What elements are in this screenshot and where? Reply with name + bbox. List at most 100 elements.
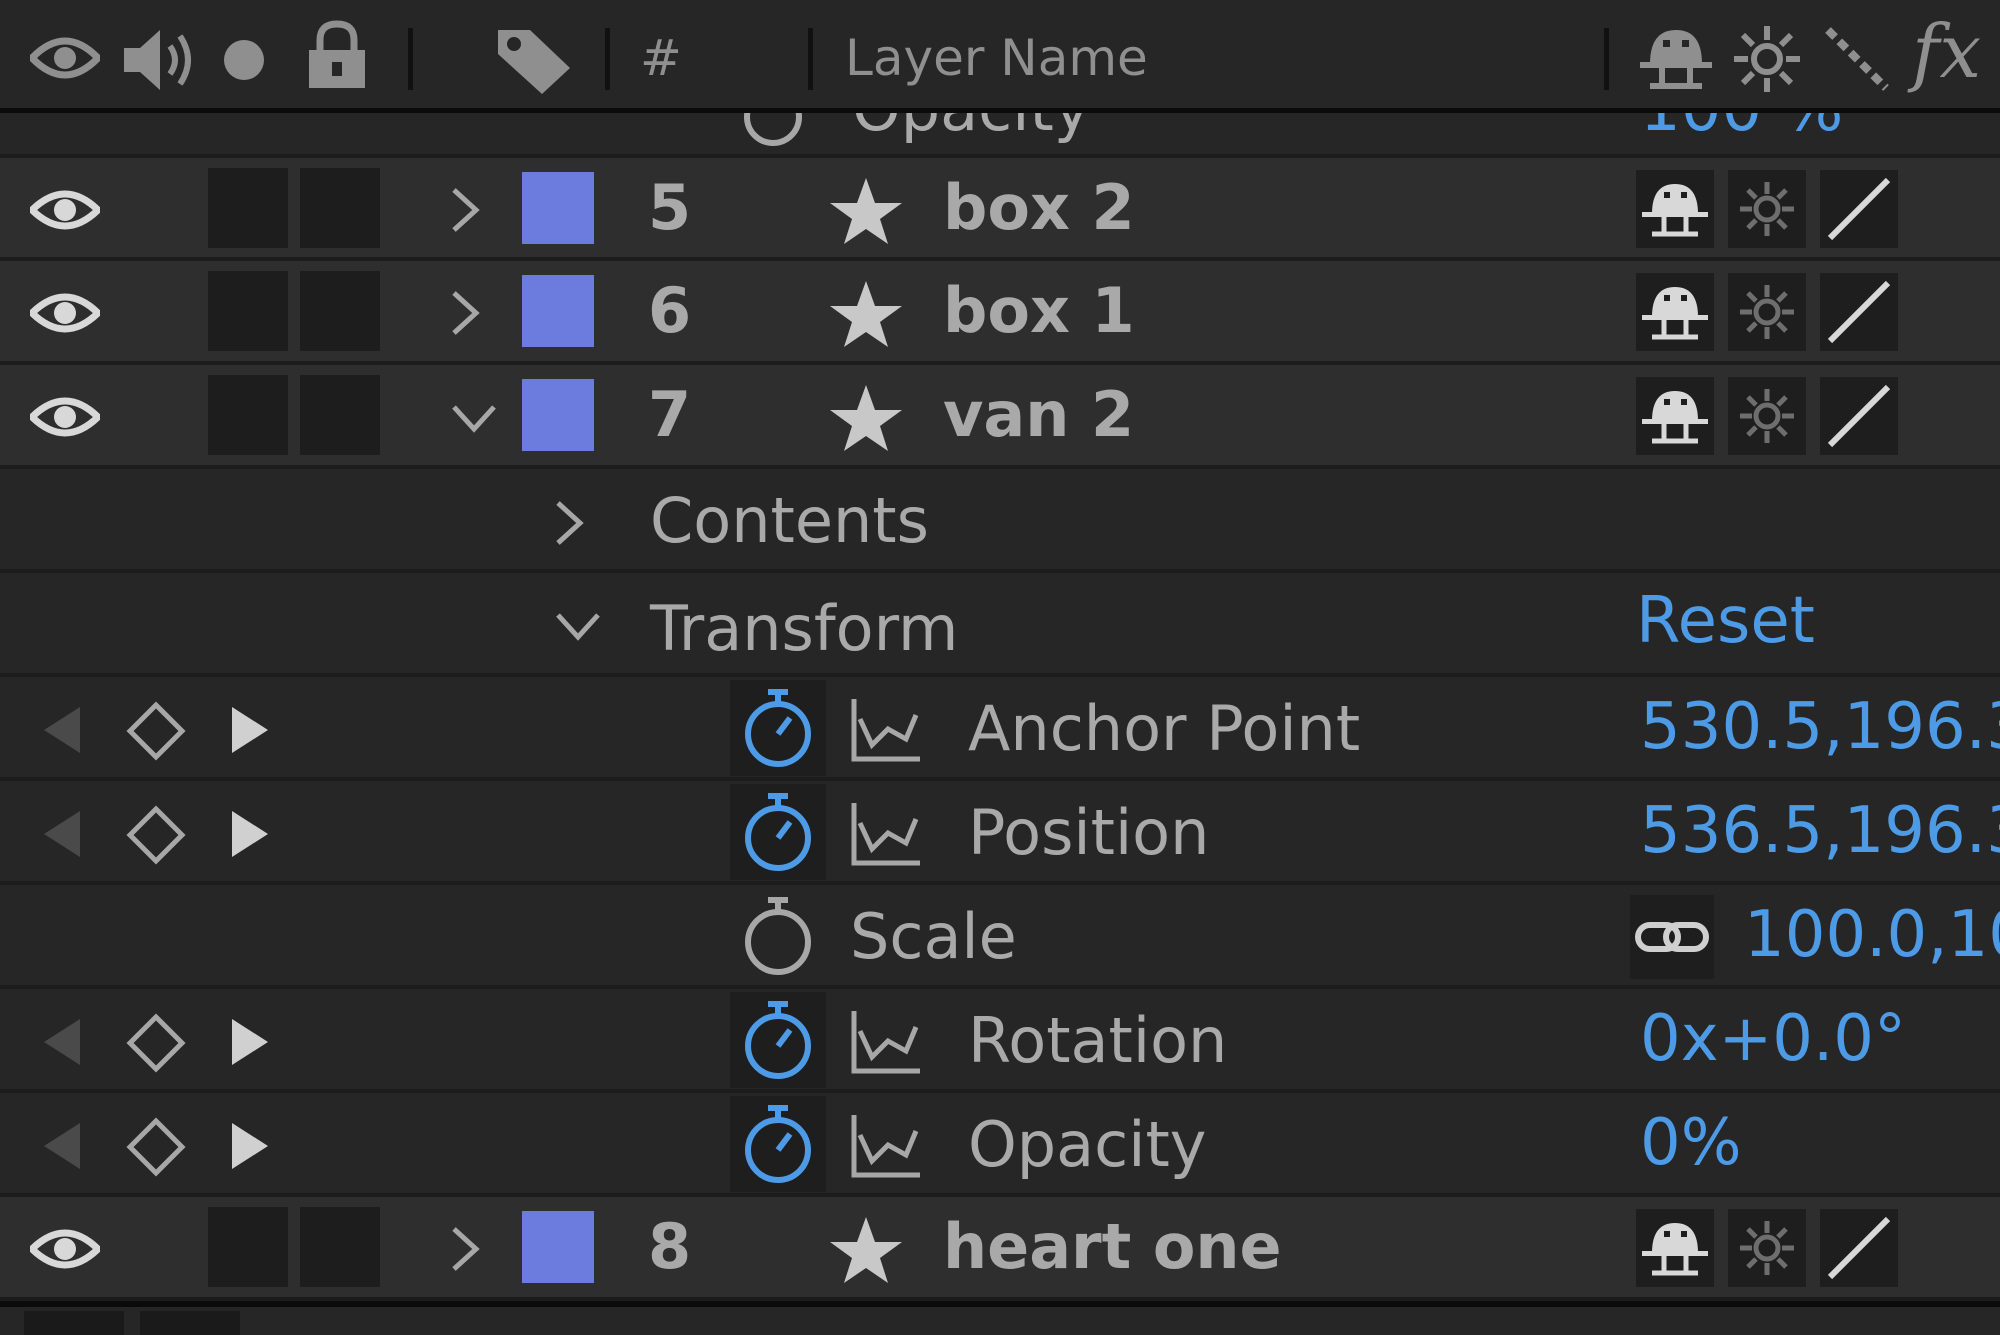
shy-switch[interactable] xyxy=(1636,1209,1714,1287)
add-keyframe-icon[interactable] xyxy=(126,701,186,761)
solo-switch[interactable] xyxy=(208,1207,288,1287)
lock-switch[interactable] xyxy=(300,271,380,351)
chevron-right-icon[interactable] xyxy=(450,1225,480,1273)
shy-switch[interactable] xyxy=(1636,170,1714,248)
collapse-switch[interactable] xyxy=(1728,170,1806,248)
chevron-right-icon[interactable] xyxy=(450,289,480,337)
eye-icon[interactable] xyxy=(30,184,100,236)
property-name: Scale xyxy=(850,900,1017,973)
stopwatch-icon[interactable] xyxy=(730,992,826,1088)
stopwatch-icon[interactable] xyxy=(730,784,826,880)
layer-name[interactable]: box 1 xyxy=(943,271,1135,351)
label-color-swatch[interactable] xyxy=(522,379,594,451)
property-name: Opacity xyxy=(968,1108,1207,1181)
lock-switch[interactable] xyxy=(300,168,380,248)
label-tag-icon[interactable] xyxy=(494,26,574,96)
solo-switch[interactable] xyxy=(208,168,288,248)
toolbar-button[interactable] xyxy=(24,1311,124,1335)
prev-keyframe-icon[interactable] xyxy=(40,809,84,859)
shy-switch[interactable] xyxy=(1636,273,1714,351)
header-divider xyxy=(808,28,813,90)
collapse-switch[interactable] xyxy=(1728,1209,1806,1287)
quality-switch[interactable] xyxy=(1820,377,1898,455)
collapse-switch[interactable] xyxy=(1728,273,1806,351)
lock-icon[interactable] xyxy=(306,20,368,90)
header-divider xyxy=(408,28,413,90)
bottom-toolbar xyxy=(0,1307,2000,1335)
reset-button[interactable]: Reset xyxy=(1636,581,1815,661)
property-value[interactable]: 0% xyxy=(1640,1103,1742,1183)
property-name: Opacity xyxy=(852,113,1090,149)
prev-keyframe-icon[interactable] xyxy=(40,705,84,755)
solo-switch[interactable] xyxy=(208,375,288,455)
stopwatch-icon[interactable] xyxy=(730,1096,826,1192)
quality-switch[interactable] xyxy=(1820,273,1898,351)
layer-number: 5 xyxy=(648,171,692,244)
property-value[interactable]: 100 % xyxy=(1640,113,1843,149)
layer-name-column-header[interactable]: Layer Name xyxy=(845,28,1148,88)
lock-switch[interactable] xyxy=(300,1207,380,1287)
layer-row[interactable]: 7 van 2 xyxy=(0,365,2000,469)
lock-switch[interactable] xyxy=(300,375,380,455)
property-row: Anchor Point 530.5,196.3 xyxy=(0,677,2000,781)
collapse-sun-icon[interactable] xyxy=(1732,24,1802,94)
layer-name[interactable]: van 2 xyxy=(943,375,1134,455)
graph-icon[interactable] xyxy=(850,695,922,763)
label-color-swatch[interactable] xyxy=(522,172,594,244)
collapse-switch[interactable] xyxy=(1728,377,1806,455)
eye-icon[interactable] xyxy=(30,30,100,86)
stopwatch-icon[interactable] xyxy=(740,113,806,153)
label-color-swatch[interactable] xyxy=(522,1211,594,1283)
add-keyframe-icon[interactable] xyxy=(126,1117,186,1177)
chevron-right-icon[interactable] xyxy=(450,186,480,234)
layer-row[interactable]: 8 heart one xyxy=(0,1197,2000,1301)
eye-icon[interactable] xyxy=(30,1223,100,1275)
stopwatch-icon[interactable] xyxy=(730,680,826,776)
graph-icon[interactable] xyxy=(850,799,922,867)
property-value[interactable]: 100.0,10 xyxy=(1744,895,2000,975)
layer-row[interactable]: 6 box 1 xyxy=(0,261,2000,365)
layer-number: 7 xyxy=(648,378,692,451)
add-keyframe-icon[interactable] xyxy=(126,805,186,865)
chevron-down-icon[interactable] xyxy=(450,403,498,433)
property-name: Rotation xyxy=(968,1004,1228,1077)
shape-layer-star-icon xyxy=(830,178,902,244)
speaker-icon[interactable] xyxy=(120,24,200,96)
label-color-swatch[interactable] xyxy=(522,275,594,347)
contents-group-row[interactable]: Contents xyxy=(0,469,2000,573)
add-keyframe-icon[interactable] xyxy=(126,1013,186,1073)
transform-group-row[interactable]: Transform Reset xyxy=(0,573,2000,677)
eye-icon[interactable] xyxy=(30,287,100,339)
stopwatch-icon[interactable] xyxy=(730,888,826,984)
prev-keyframe-icon[interactable] xyxy=(40,1121,84,1171)
quality-switch[interactable] xyxy=(1820,170,1898,248)
constrain-proportions-link-icon[interactable] xyxy=(1630,895,1714,979)
property-value[interactable]: 0x+0.0° xyxy=(1640,999,1906,1079)
fx-icon[interactable]: fx xyxy=(1912,12,1981,92)
graph-icon[interactable] xyxy=(850,1007,922,1075)
quality-slash-icon[interactable] xyxy=(1822,24,1892,94)
next-keyframe-icon[interactable] xyxy=(228,809,272,859)
quality-switch[interactable] xyxy=(1820,1209,1898,1287)
chevron-down-icon[interactable] xyxy=(554,611,602,641)
prev-keyframe-icon[interactable] xyxy=(40,1017,84,1067)
graph-icon[interactable] xyxy=(850,1111,922,1179)
property-value[interactable]: 530.5,196.3 xyxy=(1640,687,2000,767)
solo-dot-icon[interactable] xyxy=(222,38,266,82)
shy-icon[interactable] xyxy=(1636,24,1716,92)
next-keyframe-icon[interactable] xyxy=(228,705,272,755)
toolbar-button[interactable] xyxy=(140,1311,240,1335)
layer-name[interactable]: heart one xyxy=(943,1207,1282,1287)
shape-layer-star-icon xyxy=(830,281,902,347)
layer-number: 6 xyxy=(648,274,692,347)
eye-icon[interactable] xyxy=(30,391,100,443)
layer-number-column-header[interactable]: # xyxy=(640,28,682,88)
layer-row[interactable]: 5 box 2 xyxy=(0,158,2000,261)
chevron-right-icon[interactable] xyxy=(554,499,584,547)
property-value[interactable]: 536.5,196.3 xyxy=(1640,791,2000,871)
next-keyframe-icon[interactable] xyxy=(228,1121,272,1171)
next-keyframe-icon[interactable] xyxy=(228,1017,272,1067)
shy-switch[interactable] xyxy=(1636,377,1714,455)
layer-name[interactable]: box 2 xyxy=(943,168,1135,248)
solo-switch[interactable] xyxy=(208,271,288,351)
